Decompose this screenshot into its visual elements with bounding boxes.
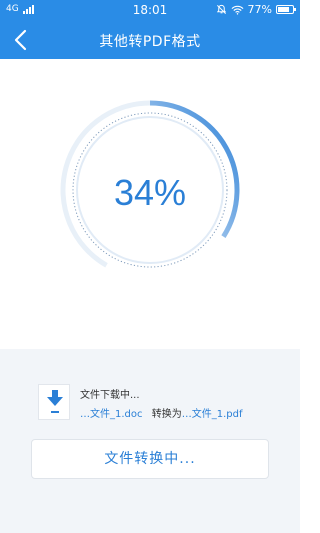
download-icon: [47, 390, 63, 413]
convert-to-label: 转换为: [151, 409, 182, 420]
target-file-name: …文件_1.pdf: [181, 409, 243, 420]
battery-percent: 77%: [247, 3, 272, 16]
task-panel: 文件下载中... …文件_1.doc 转换为…文件_1.pdf 文件转换中...: [0, 349, 300, 533]
file-thumbnail: [38, 384, 70, 420]
source-file-name: …文件_1.doc: [80, 409, 143, 420]
progress-area: 34%: [0, 59, 300, 349]
battery-icon: [276, 5, 296, 14]
conversion-line: …文件_1.doc 转换为…文件_1.pdf: [80, 405, 242, 420]
progress-percent: 34%: [113, 172, 187, 213]
page-title: 其他转PDF格式: [99, 34, 201, 50]
battery-level: [278, 7, 289, 12]
status-right: 77%: [216, 3, 296, 16]
header: 其他转PDF格式: [0, 22, 300, 59]
converting-button[interactable]: 文件转换中...: [31, 439, 269, 479]
download-status: 文件下载中...: [80, 390, 140, 401]
wifi-icon: [231, 5, 244, 15]
bell-mute-icon: [216, 4, 226, 14]
status-bar: 4G 18:01 77%: [0, 0, 300, 22]
file-info: 文件下载中... …文件_1.doc 转换为…文件_1.pdf: [80, 386, 242, 420]
